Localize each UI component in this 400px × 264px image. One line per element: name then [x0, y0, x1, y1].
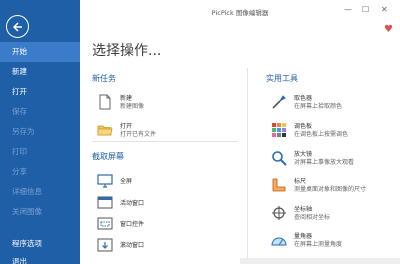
heart-icon[interactable]: ♥: [384, 24, 393, 36]
sidebar-item-new[interactable]: 新建: [0, 62, 80, 82]
magnifier-icon: [272, 151, 287, 166]
active-window-icon: [97, 196, 113, 209]
section-divider: [92, 141, 238, 142]
capture-active-window-label: 活动窗口: [120, 200, 145, 207]
picpick-window: 开始 新建 打开 保存 另存为 打印 分享 详细信息 关闭图像 程序选项 退出 …: [0, 0, 400, 264]
sidebar-item-save[interactable]: 保存: [0, 102, 80, 122]
sidebar-item-print[interactable]: 打印: [0, 142, 80, 162]
new-document-icon: [99, 94, 111, 110]
section-title-tools: 实用工具: [266, 74, 298, 83]
close-button[interactable]: ✕: [381, 4, 388, 16]
sidebar-item-details[interactable]: 详细信息: [0, 182, 80, 202]
capture-fullscreen-label: 全屏: [120, 178, 133, 185]
ruler-item[interactable]: 标尺 测量桌面对象和图像的尺寸: [270, 175, 395, 199]
capture-fullscreen-item[interactable]: 全屏: [96, 171, 236, 195]
crosshair-item[interactable]: 坐标轴 查阅相对坐标: [270, 203, 395, 227]
monitor-icon: [97, 174, 113, 188]
scrolling-window-icon: [97, 238, 113, 252]
protractor-icon: [271, 237, 287, 246]
sidebar-item-share[interactable]: 分享: [0, 162, 80, 182]
open-file-desc: 打开已有文件: [120, 131, 157, 138]
palette-icon: [272, 123, 286, 137]
title-bar: PicPick 图像编辑器: [80, 0, 400, 24]
back-arrow-icon: [12, 21, 22, 32]
crosshair-desc: 查阅相对坐标: [294, 214, 331, 221]
sidebar-item-save-as[interactable]: 另存为: [0, 122, 80, 142]
minimize-button[interactable]: —: [344, 4, 352, 16]
sidebar-item-exit[interactable]: 退出: [0, 252, 80, 264]
capture-scrolling-window-item[interactable]: 滚动窗口: [96, 235, 236, 259]
window-title: PicPick 图像编辑器: [211, 9, 269, 17]
sidebar-item-open[interactable]: 打开: [0, 82, 80, 102]
color-picker-item[interactable]: 取色器 在屏幕上拾取颜色: [270, 92, 395, 116]
new-image-desc: 新建图像: [120, 103, 145, 110]
folder-icon: [97, 125, 113, 136]
back-button[interactable]: [6, 15, 29, 38]
horizontal-scrollbar[interactable]: [240, 258, 400, 264]
color-picker-desc: 在屏幕上拾取颜色: [294, 103, 343, 110]
column-divider: [247, 68, 248, 258]
sidebar-item-home[interactable]: 开始: [0, 42, 80, 62]
protractor-item[interactable]: 量角器 在屏幕上测量角度: [270, 230, 395, 254]
magnifier-item[interactable]: 放大镜 对屏幕上事像放大观看: [270, 148, 395, 172]
magnifier-desc: 对屏幕上事像放大观看: [294, 159, 355, 166]
capture-window-control-label: 窗口控件: [120, 221, 145, 228]
protractor-desc: 在屏幕上测量角度: [294, 241, 343, 248]
section-title-capture: 截取屏幕: [92, 152, 124, 161]
sidebar-item-close-image[interactable]: 关闭图像: [0, 202, 80, 222]
window-control-icon: [97, 217, 113, 230]
sidebar-item-options[interactable]: 程序选项: [0, 234, 80, 254]
sidebar: 开始 新建 打开 保存 另存为 打印 分享 详细信息 关闭图像 程序选项 退出: [0, 0, 80, 264]
new-image-item[interactable]: 新建 新建图像: [96, 92, 236, 116]
crosshair-icon: [272, 206, 286, 220]
eyedropper-icon: [272, 95, 286, 109]
color-palette-desc: 在调色板上按需调色: [294, 131, 349, 138]
color-palette-item[interactable]: 调色板 在调色板上按需调色: [270, 120, 395, 144]
section-title-new-task: 新任务: [92, 74, 116, 83]
maximize-button[interactable]: ☐: [362, 4, 369, 16]
ruler-desc: 测量桌面对象和图像的尺寸: [294, 186, 367, 193]
ruler-icon: [272, 178, 286, 192]
page-title: 选择操作...: [92, 43, 162, 59]
capture-scrolling-window-label: 滚动窗口: [120, 242, 145, 249]
